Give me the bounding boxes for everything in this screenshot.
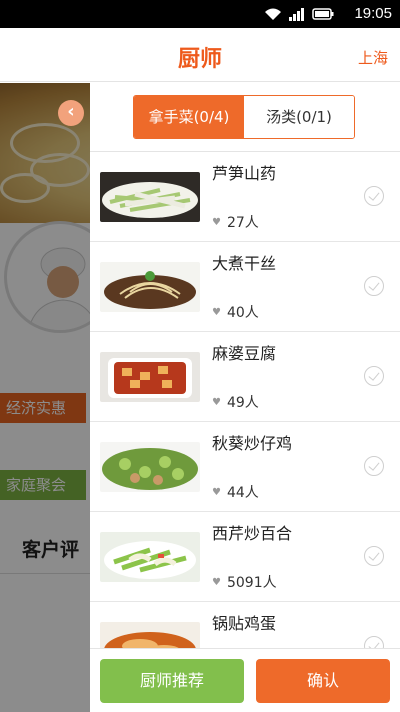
confirm-button[interactable]: 确认 — [256, 659, 390, 703]
list-item[interactable]: 芦笋山药 ♥ 27人 — [90, 152, 400, 242]
app-header: 厨师 上海 — [0, 28, 400, 82]
signal-icon — [289, 8, 304, 21]
likes-count: 44人 — [226, 485, 259, 501]
dish-likes: ♥ 40人 — [212, 302, 259, 322]
tab-soups[interactable]: 汤类(0/1) — [244, 96, 354, 138]
dish-likes: ♥ 44人 — [212, 482, 259, 502]
status-icons — [264, 7, 334, 21]
dish-image — [100, 262, 200, 312]
dish-image — [100, 172, 200, 222]
dish-name: 秋葵炒仔鸡 — [212, 434, 293, 453]
heart-icon: ♥ — [212, 396, 221, 408]
likes-count: 40人 — [226, 305, 259, 321]
heart-icon: ♥ — [212, 576, 221, 588]
list-item[interactable]: 大煮干丝 ♥ 40人 — [90, 242, 400, 332]
dish-name: 大煮干丝 — [212, 254, 277, 273]
status-bar: 19:05 — [0, 0, 400, 28]
dish-selection-drawer: 拿手菜(0/4) 汤类(0/1) 芦笋山药 ♥ 27人 大煮干丝 ♥ 40人 麻… — [90, 83, 400, 712]
select-checkbox[interactable] — [364, 186, 384, 206]
battery-icon — [312, 8, 334, 20]
heart-icon: ♥ — [212, 486, 221, 498]
dish-likes: ♥ 27人 — [212, 212, 259, 232]
dish-image — [100, 532, 200, 582]
likes-count: 5091人 — [226, 575, 277, 591]
collapse-drawer-icon[interactable]: ‹ — [58, 100, 84, 126]
likes-count: 27人 — [226, 215, 259, 231]
select-checkbox[interactable] — [364, 276, 384, 296]
select-checkbox[interactable] — [364, 546, 384, 566]
category-tabs: 拿手菜(0/4) 汤类(0/1) — [133, 95, 355, 139]
select-checkbox[interactable] — [364, 636, 384, 648]
list-item[interactable]: 锅贴鸡蛋 — [90, 602, 400, 648]
page-title: 厨师 — [177, 47, 222, 72]
list-item[interactable]: 西芹炒百合 ♥ 5091人 — [90, 512, 400, 602]
list-item[interactable]: 麻婆豆腐 ♥ 49人 — [90, 332, 400, 422]
chef-recommend-button[interactable]: 厨师推荐 — [100, 659, 244, 703]
dish-name: 芦笋山药 — [212, 164, 277, 183]
select-checkbox[interactable] — [364, 366, 384, 386]
select-checkbox[interactable] — [364, 456, 384, 476]
city-selector[interactable]: 上海 — [358, 47, 388, 68]
dish-likes: ♥ 5091人 — [212, 572, 277, 592]
heart-icon: ♥ — [212, 306, 221, 318]
drawer-action-bar: 厨师推荐 确认 — [90, 648, 400, 712]
tab-signature-dishes[interactable]: 拿手菜(0/4) — [134, 96, 244, 138]
dish-image — [100, 442, 200, 492]
dish-likes: ♥ 49人 — [212, 392, 259, 412]
dish-list[interactable]: 芦笋山药 ♥ 27人 大煮干丝 ♥ 40人 麻婆豆腐 ♥ 49人 秋葵炒仔鸡 ♥… — [90, 152, 400, 648]
heart-icon: ♥ — [212, 216, 221, 228]
dish-name: 麻婆豆腐 — [212, 344, 277, 363]
list-item[interactable]: 秋葵炒仔鸡 ♥ 44人 — [90, 422, 400, 512]
dish-name: 锅贴鸡蛋 — [212, 614, 277, 633]
dish-image — [100, 622, 200, 648]
dish-name: 西芹炒百合 — [212, 524, 293, 543]
wifi-icon — [265, 8, 281, 20]
likes-count: 49人 — [226, 395, 259, 411]
dish-image — [100, 352, 200, 402]
status-time: 19:05 — [354, 5, 392, 22]
